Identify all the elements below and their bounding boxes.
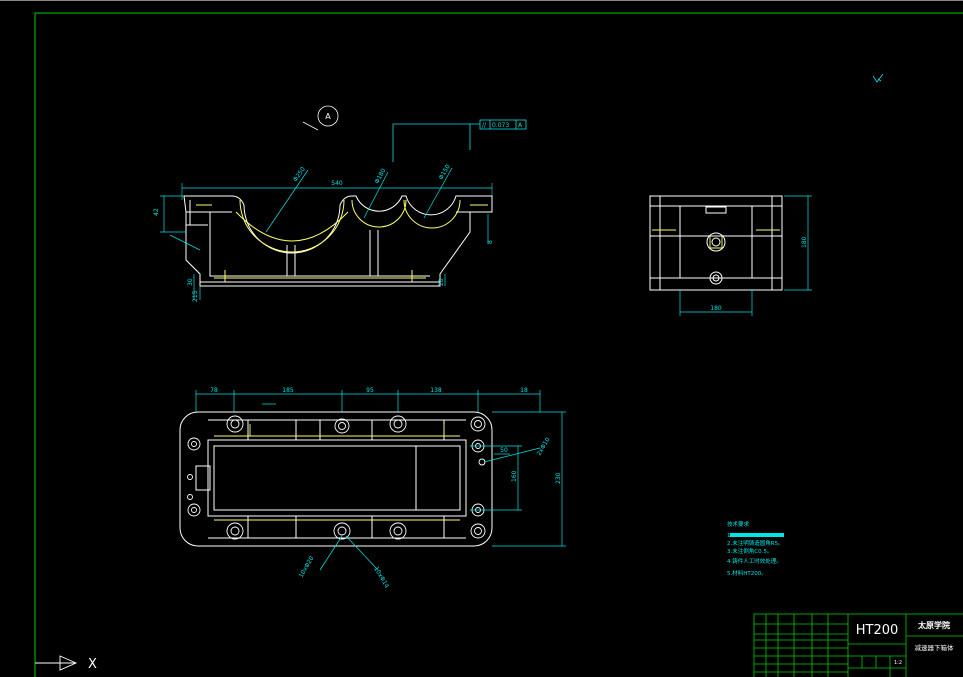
inner-height-dim: 160 <box>511 470 518 482</box>
height-base-dim: 215 <box>192 290 199 302</box>
datum-label: A <box>325 112 331 121</box>
top-dim-3: 95 <box>366 387 374 394</box>
height-left-dim: 42 <box>153 208 160 216</box>
notes-title: 技术要求 <box>727 520 750 528</box>
height-bottom-dim: 30 <box>187 278 194 286</box>
material-label: HT200 <box>856 623 899 638</box>
top-dim-4: 138 <box>430 387 442 394</box>
note-line-3: 3.未注倒角C0.5。 <box>727 547 772 555</box>
right-base-dim: 20 <box>438 278 445 286</box>
top-dim-1: 78 <box>210 387 218 394</box>
overall-length-dim: 540 <box>331 180 343 187</box>
cad-drawing-canvas[interactable]: A // 0.073 A 540 Φ250 Φ180 Φ150 42 30 21… <box>0 0 963 677</box>
school-label: 太原学院 <box>917 620 950 630</box>
note-line-1: 1. <box>727 533 732 539</box>
side-height-dim: 180 <box>801 236 808 248</box>
top-dim-5: 18 <box>520 387 528 394</box>
hole-position-dim: 50 <box>500 447 508 454</box>
tolerance-value: 0.073 <box>492 122 509 129</box>
note-line-2: 2.未注明铸造圆角R5。 <box>727 539 784 547</box>
outer-height-dim: 230 <box>555 472 562 484</box>
part-name-label: 减速器下箱体 <box>915 643 955 652</box>
note-line-4: 4.铸件人工时效处理。 <box>727 557 782 565</box>
note-line-5: 5.材料HT200。 <box>727 569 767 577</box>
right-small-dim: 8 <box>487 240 494 244</box>
scale-label: 1:2 <box>894 660 902 666</box>
ucs-x-label: X <box>88 657 97 672</box>
top-dim-2: 185 <box>282 387 294 394</box>
side-width-dim: 180 <box>710 305 722 312</box>
